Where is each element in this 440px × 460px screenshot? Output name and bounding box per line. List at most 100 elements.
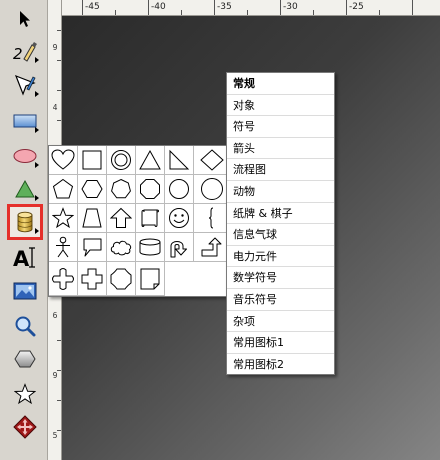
menu-item-electrical[interactable]: 电力元件 (227, 246, 334, 268)
transform-tool[interactable] (10, 412, 40, 442)
shape-triangle[interactable] (136, 146, 165, 175)
shape-circle-outline[interactable] (194, 175, 230, 204)
rectangle-tool[interactable] (10, 106, 40, 136)
shape-rounded-octagon[interactable] (107, 262, 136, 296)
vruler-label: 9 (52, 371, 58, 380)
shape-cloud[interactable] (107, 233, 136, 262)
menu-item-icons-1[interactable]: 常用图标1 (227, 332, 334, 354)
menu-item-balloons[interactable]: 信息气球 (227, 224, 334, 246)
vruler-label: 4 (52, 103, 58, 112)
shape-corner-arrow[interactable] (194, 233, 230, 262)
u-turn-arrow-icon (170, 241, 187, 258)
shape-heart[interactable] (49, 146, 78, 175)
pointer-tool[interactable] (10, 4, 40, 34)
heart-icon (51, 149, 75, 170)
shape-folded-page[interactable] (136, 262, 165, 296)
vruler-label: 5 (52, 431, 58, 440)
menu-item-music[interactable]: 音乐符号 (227, 289, 334, 311)
shape-hexagon[interactable] (78, 175, 107, 204)
menu-item-cards-chess[interactable]: 纸牌 & 棋子 (227, 203, 334, 225)
ellipse-icon (13, 149, 37, 163)
cloud-icon (110, 240, 132, 256)
shape-trapezoid[interactable] (78, 204, 107, 233)
menu-item-objects[interactable]: 对象 (227, 95, 334, 117)
shape-square[interactable] (78, 146, 107, 175)
shape-diamond[interactable] (194, 146, 230, 175)
tool-palette: 2 A (0, 0, 48, 460)
pen-tool[interactable] (10, 70, 40, 100)
menu-item-misc[interactable]: 杂项 (227, 311, 334, 333)
hruler-label: -30 (283, 2, 298, 12)
square-icon (82, 150, 102, 170)
rectangle-icon (13, 114, 37, 128)
text-tool[interactable]: A (10, 242, 40, 272)
svg-text:A: A (13, 247, 30, 269)
brace-icon (208, 207, 213, 229)
circle-outline-icon (200, 178, 223, 200)
magnifier-icon (15, 316, 36, 337)
cylinder-icon (139, 238, 161, 256)
circle-ring-icon (111, 150, 131, 170)
diamond-icon (199, 149, 224, 171)
shapes-tool[interactable] (7, 204, 43, 240)
shape-cylinder[interactable] (136, 233, 165, 262)
smiley-icon (169, 208, 189, 228)
heptagon-icon (111, 178, 131, 199)
arrow-pointer-icon (20, 11, 30, 27)
speech-bubble-icon (83, 238, 102, 257)
cylinder-icon (17, 211, 33, 233)
text-path-tool[interactable]: 2 (10, 36, 40, 66)
shape-puzzle-cross[interactable] (49, 262, 78, 296)
menu-item-symbols[interactable]: 符号 (227, 116, 334, 138)
shape-heptagon[interactable] (107, 175, 136, 204)
image-icon (13, 282, 37, 300)
shape-stick-figure[interactable] (49, 233, 78, 262)
shape-circle[interactable] (165, 175, 194, 204)
svg-text:2: 2 (13, 45, 23, 63)
menu-item-flowchart[interactable]: 流程图 (227, 159, 334, 181)
pen-nib-icon (14, 74, 36, 96)
vruler-label: 9 (52, 43, 58, 52)
vruler-label: 6 (52, 311, 58, 320)
menu-item-arrows[interactable]: 箭头 (227, 138, 334, 160)
shape-speech-bubble[interactable] (78, 233, 107, 262)
rounded-octagon-icon (110, 268, 132, 289)
shape-circle-ring[interactable] (107, 146, 136, 175)
star-icon (52, 207, 74, 229)
stick-figure-icon (56, 236, 70, 258)
shape-smiley[interactable] (165, 204, 194, 233)
hruler-label: -25 (349, 2, 364, 12)
right-triangle-icon (169, 149, 190, 170)
puzzle-cross-icon (52, 267, 74, 290)
star-tool[interactable] (10, 379, 40, 409)
triangle-tool[interactable] (10, 174, 40, 204)
shape-pentagon[interactable] (49, 175, 78, 204)
folded-page-icon (140, 268, 160, 289)
image-tool[interactable] (10, 276, 40, 306)
menu-item-general[interactable]: 常规 (227, 73, 334, 95)
shape-arrow-up[interactable] (107, 204, 136, 233)
hruler-label: -35 (217, 2, 232, 12)
menu-item-icons-2[interactable]: 常用图标2 (227, 354, 334, 376)
ellipse-tool[interactable] (10, 141, 40, 171)
cross-icon (81, 268, 103, 289)
shape-right-triangle[interactable] (165, 146, 194, 175)
shape-palette-popup (48, 145, 230, 297)
polygon-tool[interactable] (10, 344, 40, 374)
shape-cross[interactable] (78, 262, 107, 296)
shape-scroll[interactable] (136, 204, 165, 233)
menu-item-math[interactable]: 数学符号 (227, 267, 334, 289)
menu-item-animals[interactable]: 动物 (227, 181, 334, 203)
shape-brace[interactable] (194, 204, 230, 233)
octagon-icon (140, 179, 160, 199)
triangle-icon (139, 149, 161, 170)
text-cursor-icon: A (13, 247, 35, 269)
triangle-icon (15, 179, 35, 198)
shape-u-turn-arrow[interactable] (165, 233, 194, 262)
shape-octagon[interactable] (136, 175, 165, 204)
zoom-tool[interactable] (10, 311, 40, 341)
shape-star[interactable] (49, 204, 78, 233)
trapezoid-icon (82, 208, 102, 228)
hexagon-icon (81, 180, 103, 198)
horizontal-ruler: -45 -40 -35 -30 -25 (62, 0, 440, 16)
